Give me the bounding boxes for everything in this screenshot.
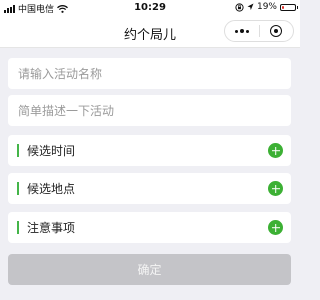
option-label: 候选地点	[27, 182, 76, 196]
add-circle-icon[interactable]	[268, 143, 283, 158]
capsule-close-icon	[270, 25, 283, 37]
option-row-candidate-time[interactable]: 候选时间	[8, 135, 291, 166]
status-right: 19%	[235, 2, 298, 12]
description-field	[8, 95, 291, 126]
option-row-notes[interactable]: 注意事项	[8, 212, 291, 243]
activity-name-input[interactable]	[18, 66, 281, 81]
nav-bar: 约个局儿	[0, 16, 300, 48]
mini-program-capsule	[224, 20, 294, 42]
description-input[interactable]	[18, 103, 281, 118]
add-circle-icon[interactable]	[268, 181, 283, 196]
battery-percent: 19%	[256, 2, 277, 12]
more-dots-icon	[234, 29, 249, 33]
option-label: 注意事项	[27, 221, 76, 235]
close-button[interactable]	[260, 21, 294, 41]
accent-bar	[17, 182, 19, 195]
accent-bar	[17, 221, 19, 234]
battery-level	[282, 5, 285, 9]
status-bar: 中国电信 10:29 19%	[0, 0, 300, 16]
option-label: 候选时间	[27, 144, 76, 158]
more-button[interactable]	[225, 21, 259, 41]
activity-name-field	[8, 58, 291, 89]
add-circle-icon[interactable]	[268, 220, 283, 235]
confirm-button[interactable]: 确定	[8, 254, 291, 285]
location-icon	[247, 3, 254, 10]
accent-bar	[17, 144, 19, 157]
orientation-lock-icon	[235, 2, 244, 12]
battery-icon	[280, 3, 298, 11]
option-row-candidate-location[interactable]: 候选地点	[8, 173, 291, 204]
